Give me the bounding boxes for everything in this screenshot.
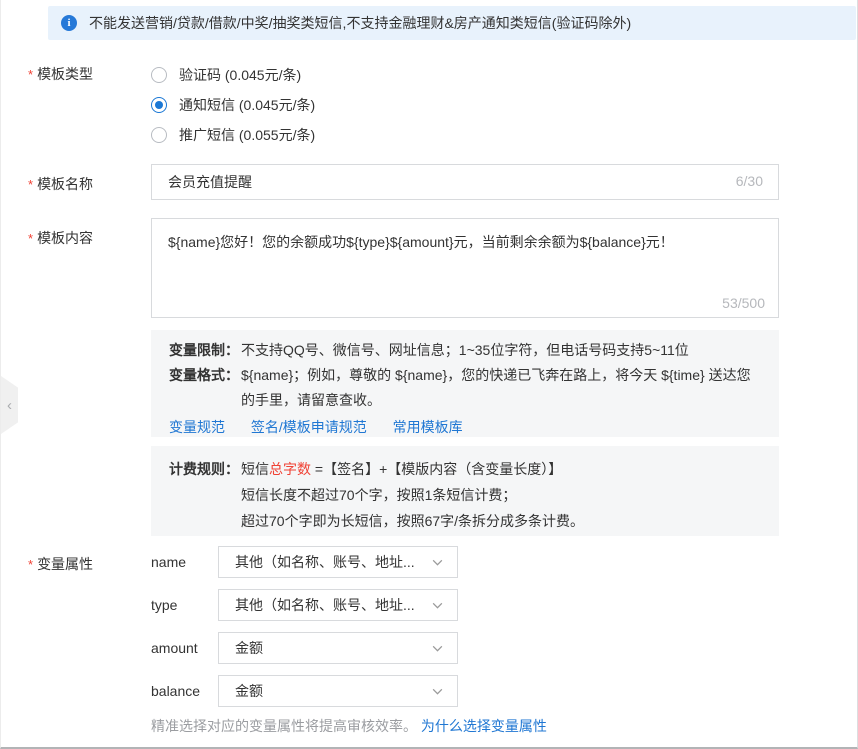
chevron-down-icon bbox=[431, 556, 444, 569]
chevron-down-icon bbox=[431, 599, 444, 612]
var-name-label: name bbox=[151, 554, 186, 570]
template-content-textarea[interactable]: ${name}您好！您的余额成功${type}${amount}元，当前剩余余额… bbox=[151, 218, 779, 318]
radio-unselected-icon[interactable] bbox=[151, 127, 167, 143]
name-char-counter: 6/30 bbox=[736, 173, 763, 189]
var-balance-select-value: 金额 bbox=[235, 681, 263, 701]
variable-attr-hint: 精准选择对应的变量属性将提高审核效率。 bbox=[151, 718, 417, 734]
var-name-select-value: 其他（如名称、账号、地址... bbox=[235, 552, 415, 572]
required-mark: * bbox=[28, 231, 33, 246]
billing-rules-label: 计费规则： bbox=[169, 456, 241, 482]
template-type-radio-group: 验证码 (0.045元/条) 通知短信 (0.045元/条) 推广短信 (0.0… bbox=[151, 60, 315, 150]
template-name-label: *模板名称 bbox=[28, 174, 93, 194]
billing-rules-line1: 短信总字数 =【签名】+【模版内容（含变量长度）】 bbox=[241, 456, 761, 482]
var-amount-select[interactable]: 金额 bbox=[218, 632, 458, 664]
common-template-library-link[interactable]: 常用模板库 bbox=[393, 419, 463, 435]
variable-format-text: ${name}；例如，尊敬的 ${name}，您的快递已飞奔在路上，将今天 ${… bbox=[241, 363, 761, 413]
variable-format-label: 变量格式： bbox=[169, 363, 241, 413]
billing-rules-box: 计费规则： 短信总字数 =【签名】+【模版内容（含变量长度）】 短信长度不超过7… bbox=[151, 446, 779, 536]
sms-template-form-page: i 不能发送营销/贷款/借款/中奖/抽奖类短信,不支持金融理财&房产通知类短信(… bbox=[0, 0, 858, 749]
template-type-label: *模板类型 bbox=[28, 64, 93, 84]
var-amount-label: amount bbox=[151, 640, 198, 656]
radio-option-label[interactable]: 推广短信 (0.055元/条) bbox=[179, 125, 315, 145]
var-balance-select[interactable]: 金额 bbox=[218, 675, 458, 707]
variable-limit-label: 变量限制： bbox=[169, 338, 241, 363]
radio-unselected-icon[interactable] bbox=[151, 67, 167, 83]
signature-template-spec-link[interactable]: 签名/模板申请规范 bbox=[251, 419, 367, 435]
content-char-counter: 53/500 bbox=[722, 295, 765, 311]
chevron-down-icon bbox=[431, 642, 444, 655]
required-mark: * bbox=[28, 557, 33, 572]
var-type-select-value: 其他（如名称、账号、地址... bbox=[235, 595, 415, 615]
var-type-select[interactable]: 其他（如名称、账号、地址... bbox=[218, 589, 458, 621]
variable-spec-link[interactable]: 变量规范 bbox=[169, 419, 225, 435]
notice-text: 不能发送营销/贷款/借款/中奖/抽奖类短信,不支持金融理财&房产通知类短信(验证… bbox=[89, 13, 631, 33]
chevron-down-icon bbox=[431, 685, 444, 698]
variable-attrs-label: *变量属性 bbox=[28, 554, 93, 574]
variable-attr-hint-row: 精准选择对应的变量属性将提高审核效率。 为什么选择变量属性 bbox=[151, 716, 547, 736]
radio-option-verification[interactable]: 验证码 (0.045元/条) bbox=[151, 60, 315, 90]
variable-tips-box: 变量限制： 不支持QQ号、微信号、网址信息；1~35位字符，但电话号码支持5~1… bbox=[151, 330, 779, 437]
radio-option-notification[interactable]: 通知短信 (0.045元/条) bbox=[151, 90, 315, 120]
radio-option-label[interactable]: 通知短信 (0.045元/条) bbox=[179, 95, 315, 115]
why-variable-attr-link[interactable]: 为什么选择变量属性 bbox=[421, 718, 547, 734]
info-icon: i bbox=[61, 15, 77, 31]
notice-banner: i 不能发送营销/贷款/借款/中奖/抽奖类短信,不支持金融理财&房产通知类短信(… bbox=[48, 6, 856, 40]
billing-rules-line3: 超过70个字即为长短信，按照67字/条拆分成多条计费。 bbox=[169, 508, 761, 534]
var-type-label: type bbox=[151, 597, 177, 613]
var-name-select[interactable]: 其他（如名称、账号、地址... bbox=[218, 546, 458, 578]
template-name-input[interactable] bbox=[151, 164, 779, 200]
radio-selected-icon[interactable] bbox=[151, 97, 167, 113]
template-content-field-wrap: ${name}您好！您的余额成功${type}${amount}元，当前剩余余额… bbox=[151, 218, 779, 318]
template-name-field-wrap: 6/30 bbox=[151, 164, 779, 200]
required-mark: * bbox=[28, 67, 33, 82]
radio-option-label[interactable]: 验证码 (0.045元/条) bbox=[179, 65, 301, 85]
radio-option-promotion[interactable]: 推广短信 (0.055元/条) bbox=[151, 120, 315, 150]
var-balance-label: balance bbox=[151, 683, 200, 699]
template-content-label: *模板内容 bbox=[28, 228, 93, 248]
variable-limit-text: 不支持QQ号、微信号、网址信息；1~35位字符，但电话号码支持5~11位 bbox=[241, 338, 761, 363]
chevron-left-icon: ‹ bbox=[7, 397, 12, 414]
required-mark: * bbox=[28, 177, 33, 192]
var-amount-select-value: 金额 bbox=[235, 638, 263, 658]
billing-rules-line2: 短信长度不超过70个字，按照1条短信计费； bbox=[169, 482, 761, 508]
panel-collapse-handle[interactable]: ‹ bbox=[1, 376, 18, 434]
total-chars-highlight: 总字数 bbox=[269, 461, 311, 477]
